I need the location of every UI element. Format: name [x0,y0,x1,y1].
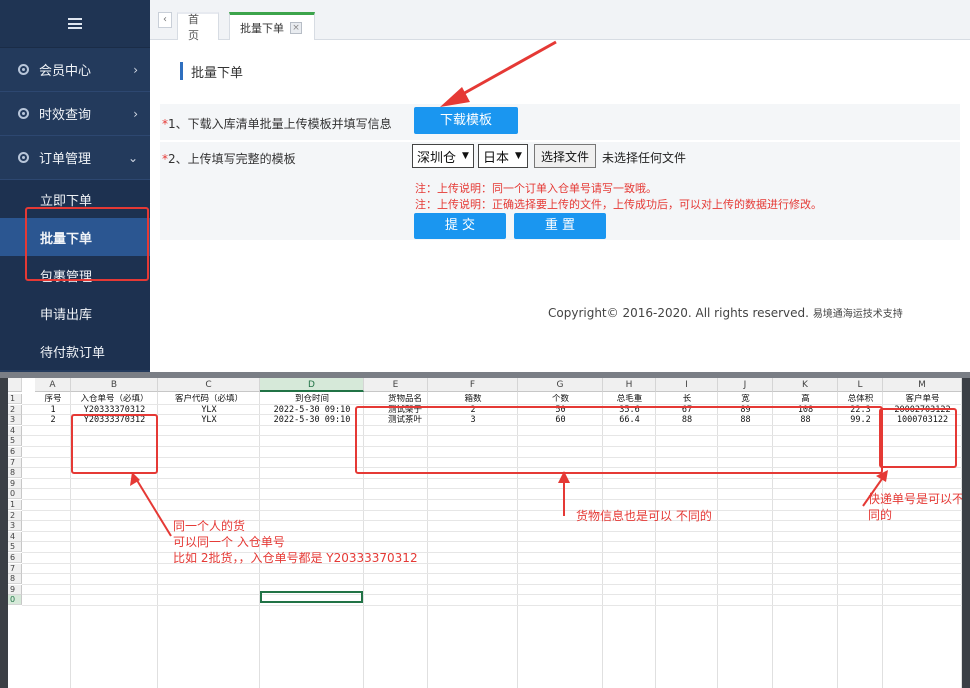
spreadsheet: A B C D E F G H I J K L M 1 2 3 4 5 6 7 8 9 0 1 2 3 4 5 6 7 8 9 0 序号 入仓单号（… [0,378,970,688]
annotation-arrows [130,470,888,537]
annotation-arrow-download [440,40,557,107]
annotation-arrow [862,475,885,507]
annotation-arrow [134,476,172,537]
web-app: 会员中心 › 时效查询 › 订单管理 ⌄ 立即下单 批量下单 包裹管理 申请出库… [0,0,970,372]
